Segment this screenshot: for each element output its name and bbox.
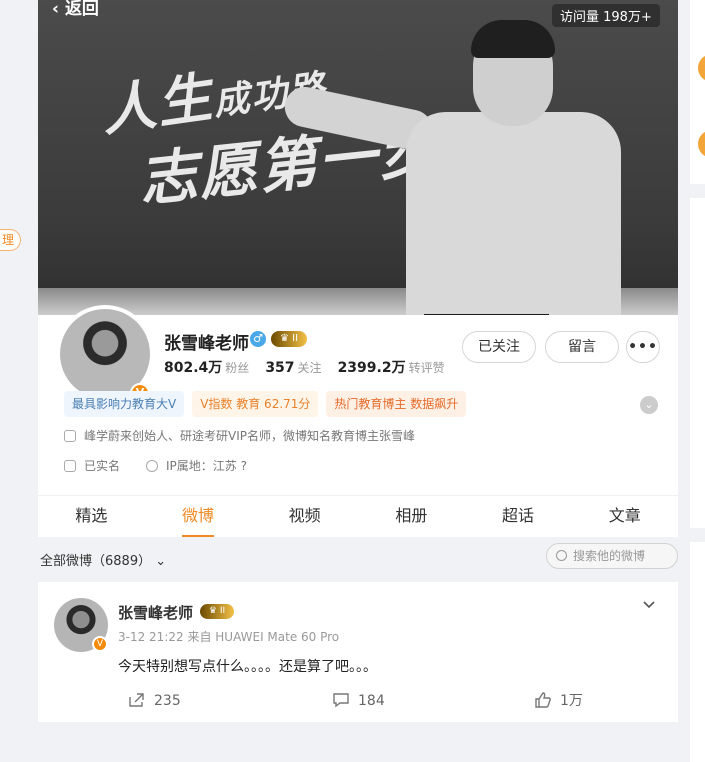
search-icon [556, 550, 567, 561]
profile-tabs: 精选 微博 视频 相册 超话 文章 [38, 495, 678, 537]
tab-articles[interactable]: 文章 [571, 496, 678, 537]
verified-v-icon: V [92, 636, 108, 652]
stat-following[interactable]: 357 关注 [265, 360, 337, 376]
search-placeholder: 搜索他的微博 [573, 549, 646, 563]
banner-figure-body [406, 112, 621, 316]
comment-icon [333, 693, 349, 708]
all-posts-label: 全部微博（6889） [40, 554, 152, 569]
tab-topics[interactable]: 超话 [465, 496, 572, 537]
comment-count: 184 [358, 693, 385, 709]
tag-influence[interactable]: 最具影响力教育大V [64, 391, 185, 417]
stat-label: 关注 [297, 361, 322, 375]
vip-crown-icon[interactable]: ♛ II [200, 604, 234, 619]
tab-featured[interactable]: 精选 [38, 496, 145, 537]
profile-name: 张雪峰老师 [164, 334, 249, 354]
profile-tags: 最具影响力教育大V V指数 教育 62.71分 热门教育博主 数据飙升 [64, 391, 467, 417]
right-sidebar-card [690, 198, 705, 528]
ip-icon [146, 460, 159, 472]
tag-hot-blogger[interactable]: 热门教育博主 数据飙升 [326, 391, 467, 417]
identity-row: 已实名 IP属地：江苏 ? [64, 457, 247, 474]
stat-label: 转评赞 [408, 361, 445, 375]
back-button[interactable]: ‹ 返回 [52, 0, 99, 19]
stat-value: 357 [265, 360, 295, 376]
forward-button[interactable]: 235 [128, 688, 181, 714]
banner-figure-hair [471, 20, 555, 58]
tab-video[interactable]: 视频 [251, 496, 358, 537]
post-menu-chevron-icon[interactable] [642, 598, 656, 612]
bio-row: 峰学蔚来创始人、研途考研VIP名师，微博知名教育博主张雪峰 [64, 427, 415, 444]
right-sidebar-card [690, 0, 705, 184]
verified-text: 已实名 [84, 459, 121, 473]
chevron-down-icon: ⌄ [155, 554, 167, 569]
ip-location-text: IP属地：江苏 [166, 459, 237, 473]
profile-stats: 802.4万 粉丝 357 关注 2399.2万 转评赞 [164, 357, 461, 377]
post-filter-bar: 全部微博（6889） ⌄ 搜索他的微博 [38, 537, 678, 581]
vip-level: II [219, 606, 226, 616]
bio-text: 峰学蔚来创始人、研途考研VIP名师，微博知名教育博主张雪峰 [84, 429, 415, 443]
stat-value: 802.4万 [164, 360, 223, 376]
shield-icon [64, 430, 76, 442]
id-card-icon [64, 460, 76, 472]
more-options-button[interactable]: ••• [626, 331, 660, 363]
left-sidebar-tag[interactable]: 理 [0, 229, 22, 251]
male-icon: ♂ [250, 331, 266, 347]
stat-followers[interactable]: 802.4万 粉丝 [164, 360, 265, 376]
forward-count: 235 [154, 693, 181, 709]
profile-banner: 人生成功路 志愿第一步 ‹ 返回 访问量 198万+ [38, 0, 678, 316]
stat-label: 粉丝 [225, 361, 250, 375]
back-label: 返回 [64, 0, 99, 19]
all-posts-dropdown[interactable]: 全部微博（6889） ⌄ [40, 550, 166, 569]
visit-count: 访问量 198万+ [552, 4, 660, 27]
expand-chevron-icon[interactable]: ⌄ [640, 396, 658, 414]
comment-button[interactable]: 184 [332, 688, 385, 714]
stat-value: 2399.2万 [337, 360, 406, 376]
post-search-input[interactable]: 搜索他的微博 [546, 543, 678, 569]
more-dots-icon: ••• [628, 339, 658, 355]
help-icon[interactable]: ? [241, 459, 247, 473]
forward-icon [129, 693, 144, 707]
follow-button[interactable]: 已关注 [462, 331, 536, 363]
post-actions: 235 184 1万 [38, 688, 678, 714]
profile-card: V 张雪峰老师 ♂ ♛ II 802.4万粉丝357关注2399.2万转评赞 已… [38, 305, 678, 537]
tag-v-index[interactable]: V指数 教育 62.71分 [192, 391, 319, 417]
post-author[interactable]: 张雪峰老师 [118, 602, 193, 623]
vip-crown-icon[interactable]: ♛ II [271, 331, 307, 347]
like-button[interactable]: 1万 [534, 688, 583, 714]
post-meta: 3-12 21:22 来自 HUAWEI Mate 60 Pro [118, 630, 340, 644]
left-sidebar-edge: 理 [0, 0, 38, 762]
tab-weibo[interactable]: 微博 [145, 496, 252, 537]
post-text: 今天特别想写点什么。。。。还是算了吧。。。 [118, 659, 377, 675]
stat-engagement: 2399.2万 转评赞 [338, 360, 461, 376]
chevron-left-icon: ‹ [52, 0, 65, 19]
like-count: 1万 [560, 693, 583, 709]
tab-album[interactable]: 相册 [358, 496, 465, 537]
thumbs-up-icon [535, 692, 551, 708]
vip-level: II [292, 333, 299, 344]
post-card: V 张雪峰老师 ♛ II 3-12 21:22 来自 HUAWEI Mate 6… [38, 582, 678, 722]
message-button[interactable]: 留言 [545, 331, 619, 363]
profile-column: 人生成功路 志愿第一步 ‹ 返回 访问量 198万+ V 张雪峰老师 ♂ ♛ I… [38, 0, 678, 722]
right-sidebar-card [690, 542, 705, 762]
